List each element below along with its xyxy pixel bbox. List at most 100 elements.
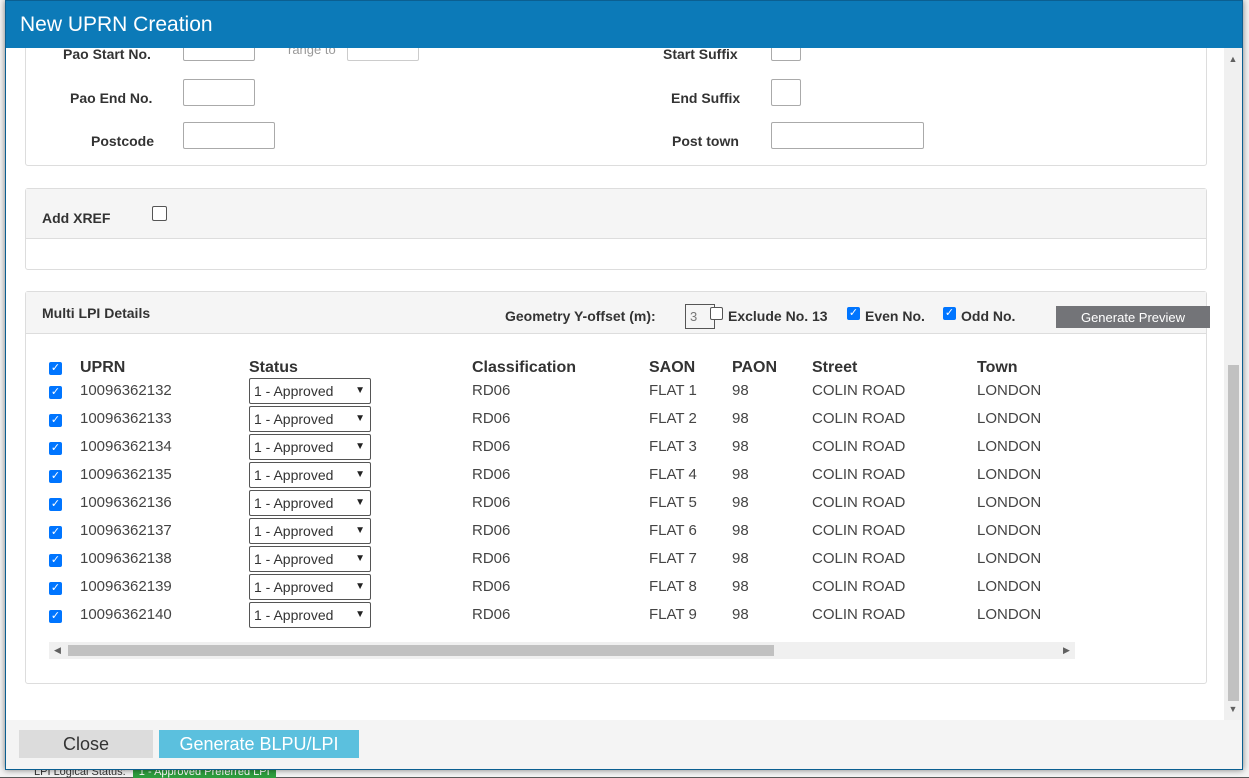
select-all-checkbox[interactable]: ✓ [49, 362, 62, 375]
generate-preview-button[interactable]: Generate Preview [1056, 306, 1210, 328]
cell-street: COLIN ROAD [812, 494, 906, 511]
cell-paon: 98 [732, 466, 749, 483]
cell-street: COLIN ROAD [812, 438, 906, 455]
scroll-right-icon[interactable]: ▶ [1058, 642, 1075, 659]
status-select[interactable]: 1 - Approved ▼ [249, 602, 371, 628]
vertical-scrollbar[interactable]: ▲ ▼ [1224, 48, 1242, 720]
status-select[interactable]: 1 - Approved ▼ [249, 546, 371, 572]
row-checkbox[interactable]: ✓ [49, 610, 62, 623]
table-row: ✓ 10096362137 RD06 FLAT 6 98 COLIN ROAD LONDON… [26, 518, 1066, 546]
exclude13-checkbox[interactable] [710, 307, 723, 320]
chevron-down-icon: ▼ [355, 385, 365, 396]
post-town-label: Post town [672, 133, 739, 149]
address-panel: Pao Start No. range to Start Suffix Pao … [25, 48, 1207, 166]
vertical-scroll-thumb[interactable] [1228, 365, 1239, 701]
column-header-status: Status [249, 359, 298, 376]
cell-uprn: 10096362136 [80, 494, 172, 511]
checkmark-icon: ✓ [50, 526, 61, 538]
checkmark-icon: ✓ [50, 582, 61, 594]
status-select-value: 1 - Approved [254, 467, 334, 483]
cell-town: LONDON [977, 438, 1042, 455]
column-header-classification: Classification [472, 359, 577, 376]
checkmark-icon: ✓ [50, 442, 61, 454]
row-checkbox[interactable]: ✓ [49, 582, 62, 595]
cell-town: LONDON [977, 382, 1042, 399]
cell-saon: FLAT 9 [649, 606, 697, 623]
cell-paon: 98 [732, 578, 749, 595]
row-checkbox[interactable]: ✓ [49, 442, 62, 455]
row-checkbox[interactable]: ✓ [49, 414, 62, 427]
generate-blpu-lpi-button[interactable]: Generate BLPU/LPI [159, 730, 359, 758]
status-select-value: 1 - Approved [254, 383, 334, 399]
row-checkbox[interactable]: ✓ [49, 498, 62, 511]
cell-street: COLIN ROAD [812, 606, 906, 623]
end-suffix-input[interactable] [771, 79, 801, 106]
pao-end-input[interactable] [183, 79, 255, 106]
cell-classification: RD06 [472, 438, 511, 455]
cell-uprn: 10096362135 [80, 466, 172, 483]
scroll-up-icon[interactable]: ▲ [1224, 50, 1242, 68]
postcode-input[interactable] [183, 122, 275, 149]
horizontal-scroll-thumb[interactable] [68, 645, 774, 656]
start-suffix-input[interactable] [771, 48, 801, 61]
chevron-down-icon: ▼ [355, 553, 365, 564]
cell-town: LONDON [977, 578, 1042, 595]
cell-uprn: 10096362138 [80, 550, 172, 567]
cell-paon: 98 [732, 522, 749, 539]
cell-street: COLIN ROAD [812, 382, 906, 399]
even-label: Even No. [865, 308, 925, 324]
cell-saon: FLAT 1 [649, 382, 697, 399]
dialog-scroll-area[interactable]: Pao Start No. range to Start Suffix Pao … [6, 48, 1224, 720]
cell-paon: 98 [732, 438, 749, 455]
cell-saon: FLAT 6 [649, 522, 697, 539]
status-select[interactable]: 1 - Approved ▼ [249, 574, 371, 600]
status-select[interactable]: 1 - Approved ▼ [249, 490, 371, 516]
pao-end-label: Pao End No. [70, 90, 153, 106]
cell-town: LONDON [977, 410, 1042, 427]
close-button[interactable]: Close [19, 730, 153, 758]
status-select-value: 1 - Approved [254, 579, 334, 595]
cell-paon: 98 [732, 606, 749, 623]
chevron-down-icon: ▼ [355, 581, 365, 592]
cell-street: COLIN ROAD [812, 466, 906, 483]
status-select[interactable]: 1 - Approved ▼ [249, 518, 371, 544]
table-row: ✓ 10096362139 RD06 FLAT 8 98 COLIN ROAD LONDON… [26, 574, 1066, 602]
scroll-down-icon[interactable]: ▼ [1224, 700, 1242, 718]
table-row: ✓ 10096362132 RD06 FLAT 1 98 COLIN ROAD LONDON… [26, 378, 1066, 406]
status-select[interactable]: 1 - Approved ▼ [249, 406, 371, 432]
status-select[interactable]: 1 - Approved ▼ [249, 378, 371, 404]
row-checkbox[interactable]: ✓ [49, 386, 62, 399]
status-select[interactable]: 1 - Approved ▼ [249, 462, 371, 488]
pao-start-input[interactable] [183, 48, 255, 61]
checkmark-icon: ✓ [50, 610, 61, 622]
postcode-label: Postcode [91, 133, 155, 149]
horizontal-scrollbar[interactable]: ◀ ▶ [49, 642, 1075, 659]
cell-street: COLIN ROAD [812, 522, 906, 539]
post-town-input[interactable] [771, 122, 924, 149]
add-xref-checkbox[interactable] [152, 206, 167, 221]
cell-classification: RD06 [472, 550, 511, 567]
status-select[interactable]: 1 - Approved ▼ [249, 434, 371, 460]
row-checkbox[interactable]: ✓ [49, 554, 62, 567]
scroll-left-icon[interactable]: ◀ [49, 642, 66, 659]
range-to-input[interactable] [347, 48, 419, 61]
cell-saon: FLAT 4 [649, 466, 697, 483]
cell-town: LONDON [977, 466, 1042, 483]
cell-paon: 98 [732, 410, 749, 427]
start-suffix-label: Start Suffix [663, 48, 738, 62]
xref-panel: Add XREF [25, 188, 1207, 270]
row-checkbox[interactable]: ✓ [49, 526, 62, 539]
cell-town: LONDON [977, 494, 1042, 511]
even-checkbox[interactable]: ✓ [847, 307, 860, 320]
checkmark-icon: ✓ [848, 307, 859, 319]
column-header-paon: PAON [732, 359, 778, 376]
cell-town: LONDON [977, 522, 1042, 539]
odd-checkbox[interactable]: ✓ [943, 307, 956, 320]
cell-saon: FLAT 7 [649, 550, 697, 567]
end-suffix-label: End Suffix [671, 90, 741, 106]
table-row: ✓ 10096362135 RD06 FLAT 4 98 COLIN ROAD LONDON… [26, 462, 1066, 490]
row-checkbox[interactable]: ✓ [49, 470, 62, 483]
cell-classification: RD06 [472, 606, 511, 623]
xref-panel-header: Add XREF [26, 189, 1206, 239]
cell-uprn: 10096362140 [80, 606, 172, 623]
